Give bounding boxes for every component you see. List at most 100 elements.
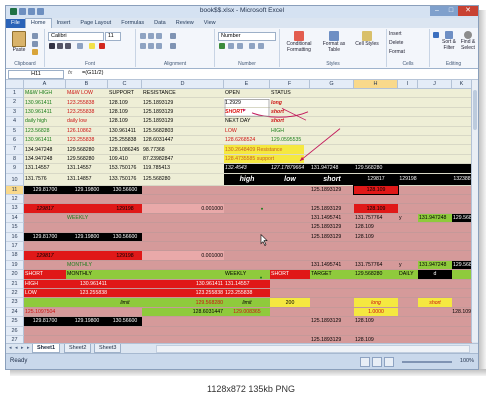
cell-a21[interactable]: HIGH xyxy=(24,279,66,288)
sheet-tab-sheet1[interactable]: Sheet1 xyxy=(32,344,61,353)
cell-c16[interactable]: 130.56600 xyxy=(108,232,142,241)
percent-icon[interactable] xyxy=(228,43,234,49)
vertical-scroll-thumb[interactable] xyxy=(473,90,477,130)
cell-i20[interactable]: DAILY xyxy=(398,270,418,279)
column-header-j[interactable]: J xyxy=(418,80,452,89)
cell-b9[interactable]: 131.14557 xyxy=(66,164,108,172)
cell-a16[interactable]: 129.81700 xyxy=(24,232,66,241)
insert-cells-button[interactable]: Insert xyxy=(389,31,402,37)
cell-c18[interactable]: 129198 xyxy=(108,251,142,260)
cell-e7[interactable]: 130.2648409 Resistance xyxy=(224,145,304,154)
column-header-h[interactable]: H xyxy=(354,80,398,89)
cell-h16[interactable]: 128.109 xyxy=(354,233,398,241)
cell-c11[interactable]: 130.56600 xyxy=(108,185,142,194)
cell-d22[interactable]: 123.255838 xyxy=(142,289,224,298)
cell-c25[interactable]: 130.56600 xyxy=(108,317,142,326)
cell-a22[interactable]: LOW xyxy=(24,289,66,298)
cell-e24[interactable]: 129.008365 xyxy=(224,307,270,317)
align-middle-icon[interactable] xyxy=(148,33,154,39)
cell-e5[interactable]: LOW xyxy=(224,127,270,135)
cell-j10[interactable] xyxy=(418,173,452,185)
italic-icon[interactable] xyxy=(57,43,63,49)
cell-g14[interactable]: 131.1495741 xyxy=(310,214,354,222)
cell-d20[interactable] xyxy=(142,270,224,279)
cell-c21[interactable] xyxy=(108,279,142,288)
cell-c8[interactable]: 109.410 xyxy=(108,155,142,163)
cell-i10[interactable]: 129198 xyxy=(398,173,418,185)
row-header-20[interactable]: 20 xyxy=(6,270,24,280)
row-header-14[interactable]: 14 xyxy=(6,213,24,224)
cell-a24[interactable]: 125.1097504 xyxy=(24,308,66,316)
currency-icon[interactable] xyxy=(219,43,225,49)
cell-g10[interactable]: short xyxy=(310,173,354,185)
cell-g20[interactable]: TARGET xyxy=(310,270,354,279)
cell-k19[interactable]: 129.568280 xyxy=(452,260,472,270)
prev-sheet-icon[interactable]: ◂ xyxy=(15,345,20,351)
cell-a18[interactable]: 129817 xyxy=(24,251,66,260)
decrease-decimal-icon[interactable] xyxy=(258,43,264,49)
cell-h11[interactable]: 128.109 xyxy=(353,184,399,196)
merge-center-icon[interactable] xyxy=(170,43,176,49)
row-header-4[interactable]: 4 xyxy=(6,117,24,127)
cell-b10[interactable]: 131.14857 xyxy=(66,174,108,185)
row-header-6[interactable]: 6 xyxy=(6,136,24,146)
cut-icon[interactable] xyxy=(32,33,38,39)
cell-j23[interactable]: short xyxy=(418,298,452,307)
cell-e8[interactable]: 128.4735585 support xyxy=(224,154,304,164)
cell-h9[interactable]: 129.568280 xyxy=(354,164,398,173)
cell-k20[interactable] xyxy=(452,270,472,279)
number-format-select[interactable]: Number xyxy=(218,32,276,41)
cell-f20[interactable]: SHORT xyxy=(270,270,310,279)
align-top-icon[interactable] xyxy=(140,33,146,39)
cell-d4[interactable]: 125.1893129 xyxy=(142,117,224,125)
borders-icon[interactable] xyxy=(77,43,83,49)
cell-f1[interactable]: STATUS xyxy=(270,89,310,97)
normal-view-icon[interactable] xyxy=(360,357,370,367)
name-box[interactable]: H11 xyxy=(8,70,64,79)
paste-button[interactable]: Paste xyxy=(10,31,28,53)
column-header-g[interactable]: G xyxy=(310,80,354,89)
cell-k24[interactable]: 128.109 xyxy=(452,308,472,316)
cell-c10[interactable]: 133.750176 xyxy=(108,174,142,185)
cell-i19[interactable]: y xyxy=(398,261,418,269)
cell-d2[interactable]: 125.1893129 xyxy=(142,98,224,106)
tab-home[interactable]: Home xyxy=(24,18,52,28)
cell-h20[interactable]: 129.568280 xyxy=(354,270,398,279)
conditional-formatting-button[interactable]: Conditional Formatting xyxy=(282,31,316,53)
next-sheet-icon[interactable]: ▸ xyxy=(21,345,26,351)
cell-e9[interactable]: 132.4543 xyxy=(224,164,270,173)
cell-e23[interactable]: limit xyxy=(224,298,270,307)
row-header-26[interactable]: 26 xyxy=(6,326,24,336)
cell-b13[interactable] xyxy=(66,204,108,213)
row-header-24[interactable]: 24 xyxy=(6,307,24,318)
row-header-5[interactable]: 5 xyxy=(6,126,24,136)
cell-c13[interactable]: 129198 xyxy=(108,204,142,213)
first-sheet-icon[interactable]: ◂ xyxy=(9,345,14,351)
cell-h19[interactable]: 131.757764 xyxy=(354,261,398,269)
cell-a20[interactable]: SHORT xyxy=(24,270,66,279)
cell-c20[interactable] xyxy=(108,270,142,279)
cell-b14[interactable]: WEEKLY xyxy=(66,214,108,222)
cell-h15[interactable]: 128.109 xyxy=(354,223,398,231)
increase-decimal-icon[interactable] xyxy=(249,43,255,49)
tab-view[interactable]: View xyxy=(199,19,221,28)
cell-d13[interactable]: 0.001000 xyxy=(142,204,224,213)
column-header-k[interactable]: K xyxy=(452,80,472,89)
underline-icon[interactable] xyxy=(65,43,71,49)
cell-e4[interactable]: NEXT DAY xyxy=(224,117,270,125)
cell-e3[interactable]: SHORT xyxy=(224,107,270,117)
format-cells-button[interactable]: Format xyxy=(389,49,405,55)
row-header-8[interactable]: 8 xyxy=(6,154,24,165)
column-header-i[interactable]: I xyxy=(398,80,418,89)
cell-f10[interactable]: low xyxy=(270,173,310,185)
cell-c6[interactable]: 125.255838 xyxy=(108,136,142,144)
cell-e2[interactable]: 1.2929 xyxy=(224,98,270,107)
cell-d3[interactable]: 125.1893129 xyxy=(142,108,224,116)
cell-a3[interactable]: 130.961411 xyxy=(24,108,66,116)
fill-color-icon[interactable] xyxy=(89,43,95,49)
cell-h10[interactable]: 129817 xyxy=(354,173,398,185)
row-header-9[interactable]: 9 xyxy=(6,164,24,174)
cell-e20[interactable]: WEEKLY xyxy=(224,270,270,279)
format-painter-icon[interactable] xyxy=(32,49,38,55)
row-header-15[interactable]: 15 xyxy=(6,223,24,233)
